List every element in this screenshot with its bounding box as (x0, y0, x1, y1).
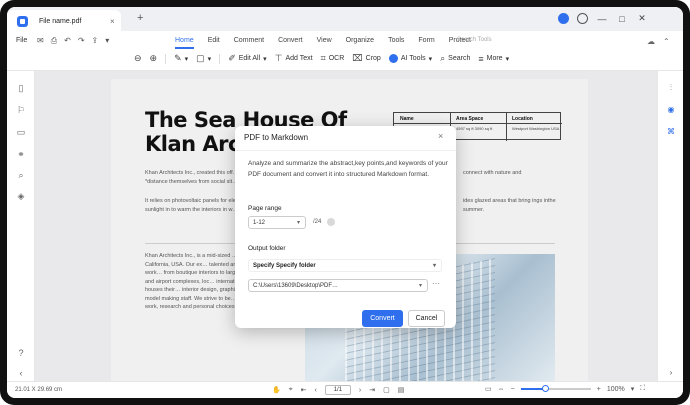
output-folder-label: Output folder (248, 245, 286, 252)
pdf-to-markdown-dialog: PDF to Markdown × Analyze and summarize … (235, 126, 456, 328)
output-folder-select[interactable]: Specify Specify folder ▾ (248, 259, 442, 272)
page-range-label: Page range (248, 205, 282, 212)
browse-folder-button[interactable]: ··· (432, 279, 440, 288)
info-icon[interactable] (327, 218, 335, 226)
close-icon[interactable]: × (438, 131, 443, 141)
folder-path-input[interactable]: C:\Users\13609\Desktop\PDF… ▾ (248, 279, 428, 292)
chevron-down-icon: ▾ (432, 263, 436, 269)
cancel-button[interactable]: Cancel (408, 310, 445, 327)
page-total: /24 (313, 219, 322, 225)
chevron-down-icon: ▾ (296, 220, 300, 226)
dialog-header-divider (235, 150, 456, 151)
dialog-description: Analyze and summarize the abstract,key p… (248, 160, 448, 178)
convert-button[interactable]: Convert (362, 310, 403, 327)
chevron-down-icon: ▾ (418, 283, 422, 289)
app-window: File name.pdf × + — □ ✕ File ✉ ⎙ ↶ ↷ ⇪ ▾… (7, 7, 683, 398)
page-range-select[interactable]: 1-12 ▾ (248, 216, 306, 229)
folder-path-value: C:\Users\13609\Desktop\PDF… (253, 283, 339, 289)
dialog-title: PDF to Markdown (244, 133, 309, 142)
output-folder-value: Specify Specify folder (253, 263, 316, 269)
page-range-value: 1-12 (253, 220, 266, 226)
device-frame: File name.pdf × + — □ ✕ File ✉ ⎙ ↶ ↷ ⇪ ▾… (0, 0, 690, 405)
